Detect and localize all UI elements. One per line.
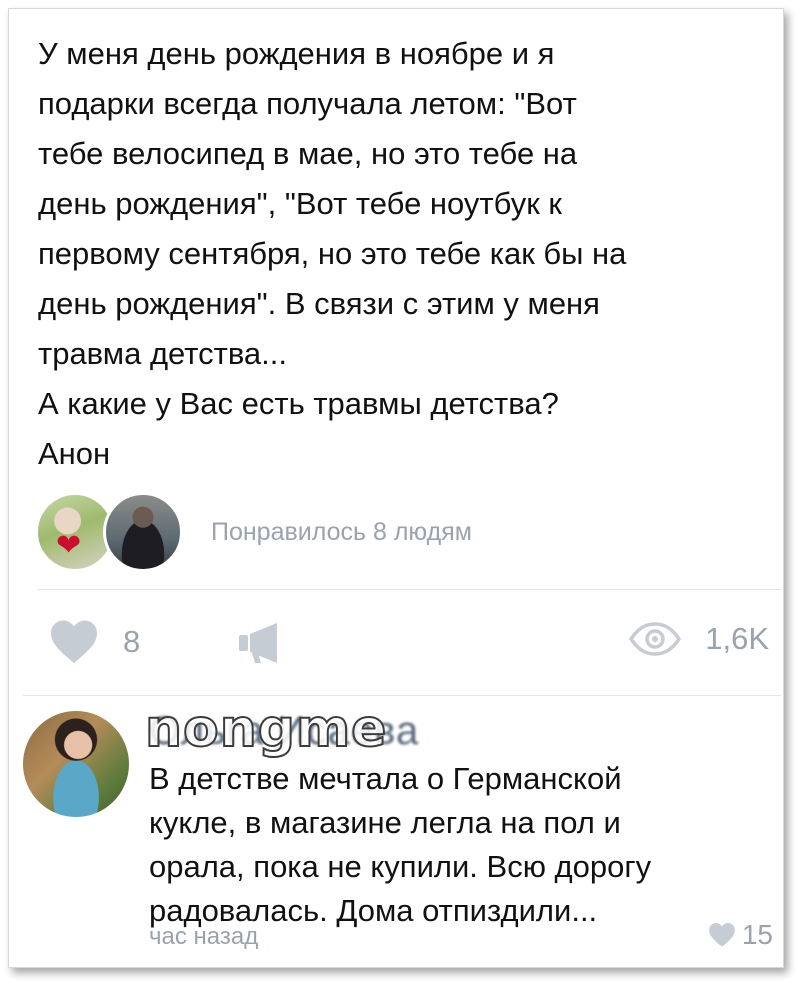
- post-text: У меня день рождения в ноябре и я подарк…: [38, 36, 627, 471]
- liked-by-row[interactable]: ❤ Понравилось 8 людям: [35, 492, 472, 572]
- megaphone-icon: [239, 623, 277, 663]
- views-counter: 1,6K: [629, 621, 769, 657]
- comment-like-button[interactable]: 15: [708, 919, 773, 951]
- heart-icon: [51, 620, 97, 663]
- liker-avatar[interactable]: [103, 492, 183, 572]
- post-actions: 8 1,6K: [49, 619, 769, 669]
- views-count: 1,6K: [705, 621, 769, 656]
- comment-time: час назад: [149, 923, 259, 950]
- eye-icon: [629, 622, 682, 656]
- share-button[interactable]: [237, 619, 285, 672]
- post-card: У меня день рождения в ноябре и я подарк…: [8, 8, 784, 968]
- heart-sticker-icon: ❤: [56, 529, 82, 562]
- like-count: 8: [123, 624, 141, 659]
- heart-icon: [708, 922, 735, 947]
- divider: [23, 695, 781, 696]
- liked-by-text[interactable]: Понравилось 8 людям: [211, 518, 472, 547]
- watermark: nongme: [144, 698, 388, 760]
- comment-like-count: 15: [741, 919, 773, 950]
- like-button[interactable]: 8: [49, 619, 140, 665]
- comment-text: В детстве мечтала о Германской кукле, в …: [149, 761, 652, 928]
- divider: [38, 589, 781, 590]
- commenter-avatar[interactable]: [23, 711, 129, 817]
